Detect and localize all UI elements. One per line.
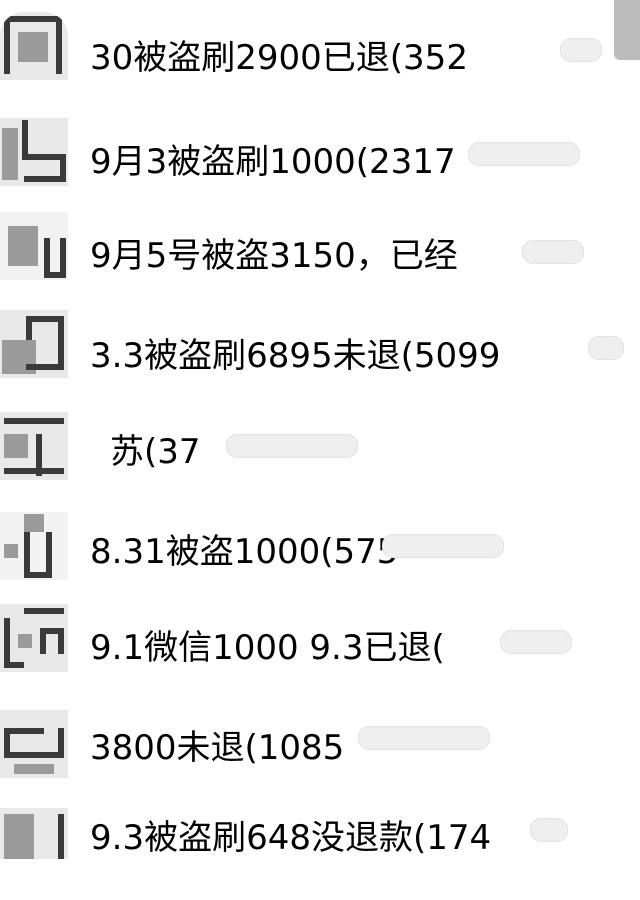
contact-row[interactable]: 9.3被盗刷648没退款(174	[0, 800, 640, 900]
contact-name: 3800未退(1085	[90, 728, 345, 768]
contact-row[interactable]: 9月3被盗刷1000(2317	[0, 100, 640, 200]
avatar	[0, 710, 68, 778]
contact-row[interactable]: 苏(37	[0, 400, 640, 500]
avatar	[0, 212, 68, 280]
redaction-mark	[382, 534, 504, 558]
contact-name: 30被盗刷2900已退(352	[90, 38, 468, 78]
contact-name: 9.1微信1000 9.3已退(	[90, 628, 445, 668]
redaction-mark	[358, 726, 490, 750]
contact-name: 苏(37	[110, 432, 201, 472]
contact-row[interactable]: 9.1微信1000 9.3已退(	[0, 596, 640, 696]
scrollbar-thumb[interactable]	[614, 0, 640, 60]
contact-row[interactable]: 8.31被盗1000(575	[0, 500, 640, 600]
redaction-mark	[522, 240, 584, 264]
avatar	[0, 12, 68, 80]
contact-list: 30被盗刷2900已退(352 9月3被盗刷1000(2317 9月5号被盗31…	[0, 0, 640, 859]
avatar	[0, 512, 68, 580]
avatar	[0, 118, 68, 186]
redaction-mark	[500, 630, 572, 654]
contact-name: 8.31被盗1000(575	[90, 532, 399, 572]
avatar	[0, 310, 68, 378]
redaction-mark	[226, 434, 358, 458]
contact-name: 3.3被盗刷6895未退(5099	[90, 336, 501, 376]
contact-name: 9.3被盗刷648没退款(174	[90, 818, 492, 858]
avatar	[0, 808, 68, 859]
contact-row[interactable]: 3800未退(1085	[0, 700, 640, 800]
avatar	[0, 412, 68, 480]
contact-name: 9月5号被盗3150，已经	[90, 236, 458, 276]
redaction-mark	[560, 38, 602, 62]
redaction-mark	[468, 142, 580, 166]
contact-row[interactable]: 30被盗刷2900已退(352	[0, 0, 640, 100]
contact-name: 9月3被盗刷1000(2317	[90, 142, 456, 182]
contact-row[interactable]: 9月5号被盗3150，已经	[0, 200, 640, 300]
contact-row[interactable]: 3.3被盗刷6895未退(5099	[0, 296, 640, 396]
avatar	[0, 604, 68, 672]
redaction-mark	[588, 336, 624, 360]
redaction-mark	[530, 818, 568, 842]
